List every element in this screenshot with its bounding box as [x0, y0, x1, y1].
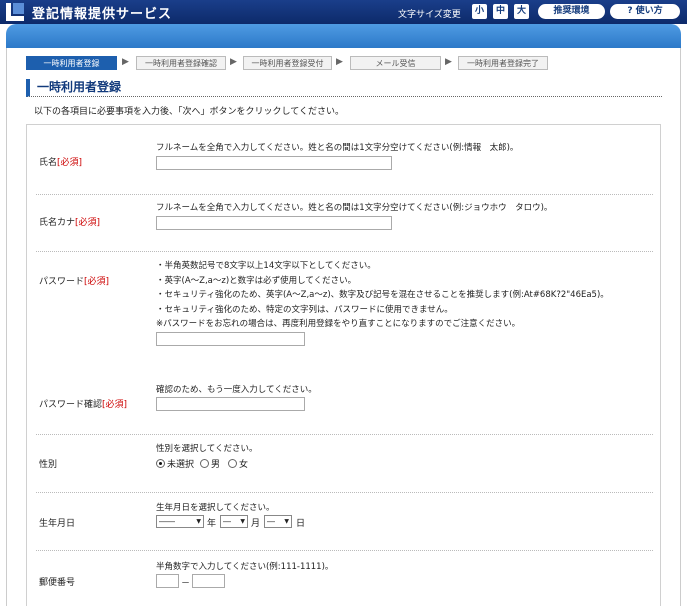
font-large-button[interactable]: 大 [514, 4, 529, 19]
birth-year-value: ―― [159, 517, 175, 526]
birthdate-description: 生年月日を選択してください。 [156, 503, 275, 513]
top-header: 登記情報提供サービス 文字サイズ変更 小 中 大 推奨環境 ? 使い方 [0, 0, 687, 24]
font-medium-button[interactable]: 中 [493, 4, 508, 19]
required-mark: [必須] [84, 277, 110, 287]
name-input[interactable] [156, 156, 392, 170]
row-divider [36, 492, 653, 493]
postal-code-first-input[interactable] [156, 574, 179, 588]
name-kana-input[interactable] [156, 216, 392, 230]
step-3: 一時利用者登録受付 [243, 56, 332, 70]
gender-description: 性別を選択してください。 [156, 444, 258, 454]
site-logo-icon [6, 3, 24, 21]
name-description: フルネームを全角で入力してください。姓と名の間は1文字分空けてください(例:情報… [156, 143, 519, 153]
postal-code-second-input[interactable] [192, 574, 225, 588]
row-divider [36, 550, 653, 551]
password-rule-3: ・セキュリティ強化のため、英字(A～Z,a～z)、数字及び記号を混在させることを… [156, 290, 609, 300]
step-arrow-icon: ▶ [445, 57, 452, 67]
password-confirm-input[interactable] [156, 397, 305, 411]
step-arrow-icon: ▶ [336, 57, 343, 67]
chevron-down-icon: ▼ [196, 518, 201, 525]
password-label-text: パスワード [39, 277, 85, 287]
font-size-label: 文字サイズ変更 [398, 10, 461, 20]
row-divider [36, 194, 653, 195]
day-unit: 日 [296, 519, 306, 529]
name-kana-description: フルネームを全角で入力してください。姓と名の間は1文字分空けてください(例:ジョ… [156, 203, 553, 213]
password-rule-2: ・英字(A～Z,a～z)と数字は必ず使用してください。 [156, 275, 357, 286]
gender-option-label: 男 [211, 460, 221, 470]
step-4: メール受信 [350, 56, 441, 70]
step-5: 一時利用者登録完了 [458, 56, 548, 70]
step-2: 一時利用者登録確認 [136, 56, 226, 70]
password-input[interactable] [156, 332, 305, 346]
radio-unchecked-icon [200, 459, 209, 468]
required-mark: [必須] [102, 400, 128, 410]
step-arrow-icon: ▶ [122, 57, 129, 67]
password-confirm-description: 確認のため、もう一度入力してください。 [156, 385, 317, 395]
password-description: ・半角英数記号で8文字以上14文字以下としてください。 ・英字(A～Z,a～z)… [156, 259, 609, 332]
gender-option-label: 未選択 [167, 460, 195, 470]
name-label: 氏名[必須] [39, 155, 82, 168]
how-to-use-button[interactable]: ? 使い方 [610, 4, 680, 19]
chevron-down-icon: ▼ [284, 518, 289, 525]
recommended-env-button[interactable]: 推奨環境 [538, 4, 605, 19]
birth-month-value: ― [223, 517, 231, 526]
birth-day-select[interactable]: ― ▼ [264, 515, 292, 528]
row-divider [36, 434, 653, 435]
radio-unchecked-icon [228, 459, 237, 468]
instruction-text: 以下の各項目に必要事項を入力後、「次へ」ボタンをクリックしてください。 [34, 107, 344, 117]
name-label-text: 氏名 [39, 158, 58, 168]
password-label: パスワード[必須] [39, 274, 109, 287]
site-title: 登記情報提供サービス [32, 7, 173, 22]
radio-checked-icon [156, 459, 165, 468]
name-kana-label: 氏名カナ[必須] [39, 215, 100, 228]
birth-day-value: ― [267, 517, 275, 526]
gender-option-female[interactable]: 女 [228, 457, 248, 470]
step-arrow-icon: ▶ [230, 57, 237, 67]
birth-year-select[interactable]: ―― ▼ [156, 515, 204, 528]
month-unit: 月 [251, 519, 261, 529]
password-confirm-label: パスワード確認[必須] [39, 397, 127, 410]
row-divider [36, 251, 653, 252]
birth-month-select[interactable]: ― ▼ [220, 515, 248, 528]
header-band [6, 24, 681, 48]
step-1: 一時利用者登録 [26, 56, 117, 70]
gender-label: 性別 [39, 460, 58, 470]
required-mark: [必須] [57, 158, 83, 168]
page-title: 一時利用者登録 [26, 79, 662, 97]
year-unit: 年 [207, 519, 217, 529]
birthdate-label: 生年月日 [39, 519, 76, 529]
form-box [26, 124, 661, 606]
postal-separator: － [181, 579, 191, 589]
gender-option-label: 女 [239, 460, 249, 470]
required-mark: [必須] [75, 218, 101, 228]
font-small-button[interactable]: 小 [472, 4, 487, 19]
gender-option-male[interactable]: 男 [200, 457, 220, 470]
password-rule-1: ・半角英数記号で8文字以上14文字以下としてください。 [156, 261, 376, 271]
gender-option-unselected[interactable]: 未選択 [156, 457, 194, 470]
chevron-down-icon: ▼ [240, 518, 245, 525]
postal-description: 半角数字で入力してください(例:111-1111)。 [156, 562, 334, 572]
password-rule-4: ・セキュリティ強化のため、特定の文字列は、パスワードに使用できません。 [156, 304, 453, 315]
password-confirm-label-text: パスワード確認 [39, 400, 103, 410]
postal-label: 郵便番号 [39, 578, 76, 588]
name-kana-label-text: 氏名カナ [39, 218, 76, 228]
password-rule-5: ※パスワードをお忘れの場合は、再度利用登録をやり直すことになりますのでご注意くだ… [156, 319, 521, 329]
